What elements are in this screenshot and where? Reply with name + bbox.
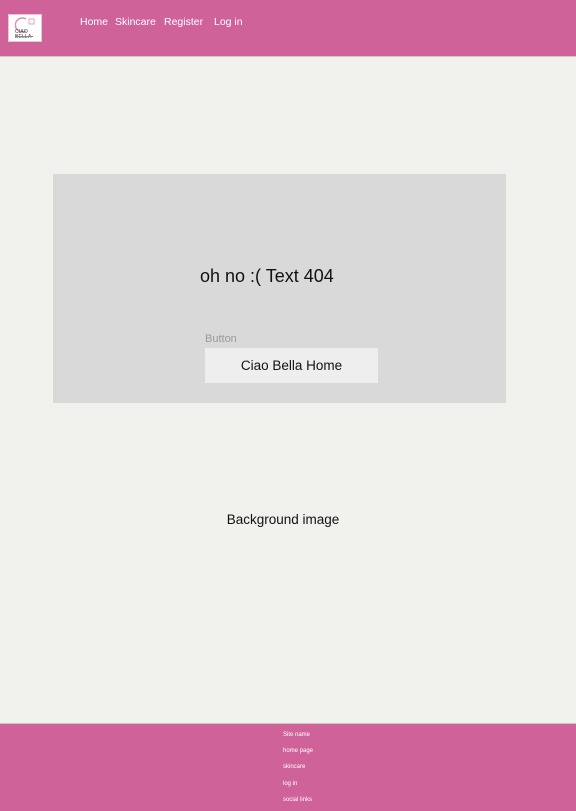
ciao-bella-home-button[interactable]: Ciao Bella Home	[205, 348, 378, 383]
logo-wordmark: CIAO BELLA	[15, 29, 32, 40]
nav-skincare-link[interactable]: Skincare	[115, 15, 156, 29]
logo-underline	[15, 36, 33, 37]
nav-register-link[interactable]: Register	[164, 15, 203, 29]
footer-social-links[interactable]: social links	[283, 796, 312, 804]
footer-login-link[interactable]: log in	[283, 780, 297, 788]
nav-login-link[interactable]: Log in	[214, 15, 243, 29]
footer-site-name: Site name	[283, 732, 311, 738]
footer-home-page-link[interactable]: home page	[283, 747, 313, 755]
error-404-text: oh no :( Text 404	[200, 266, 334, 286]
background-image-label: Background image	[226, 512, 340, 527]
ciao-bella-logo[interactable]: CIAO BELLA	[8, 14, 42, 42]
nav-home-link[interactable]: Home	[80, 15, 108, 29]
site-header: CIAO BELLA Home Skincare Register Log in	[0, 0, 576, 57]
button-caption-label: Button	[205, 333, 237, 345]
footer-skincare-link[interactable]: skincare	[283, 763, 305, 771]
site-footer: Site name home page skincare log in soci…	[0, 723, 576, 811]
